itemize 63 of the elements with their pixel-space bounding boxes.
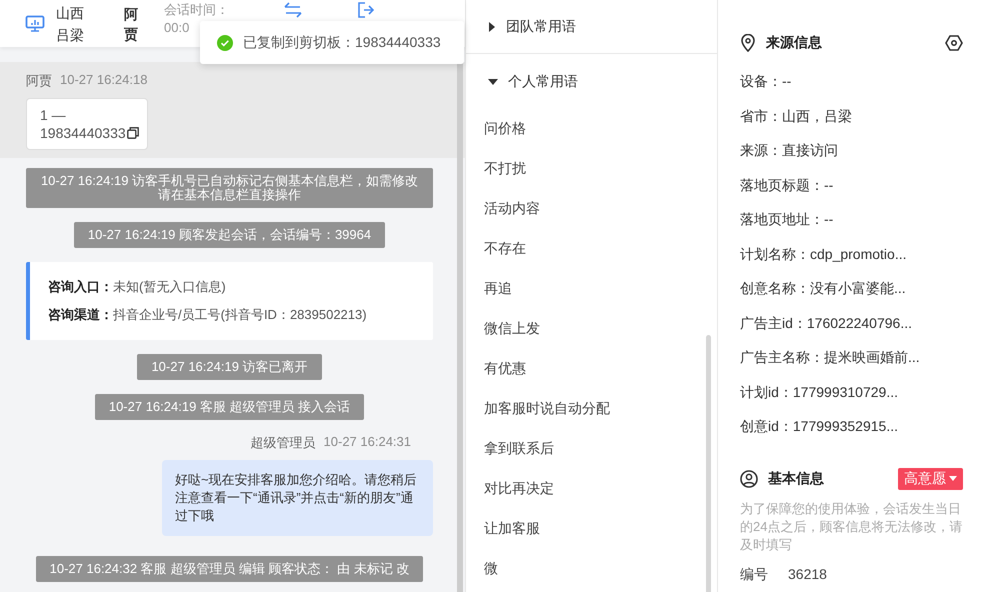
phrase-item[interactable]: 再追	[466, 278, 717, 318]
monitor-icon	[25, 14, 45, 32]
phrase-item[interactable]: 微	[466, 558, 717, 592]
phrase-group-header[interactable]: 团队常用语	[466, 0, 717, 53]
visitor-name: 阿贾	[124, 4, 139, 44]
phrase-item[interactable]: 加客服时说自动分配	[466, 398, 717, 438]
message-time: 10-27 16:24:31	[324, 434, 411, 451]
phrase-item[interactable]: 不存在	[466, 238, 717, 278]
user-icon	[740, 470, 758, 488]
phrase-item[interactable]: 有优惠	[466, 358, 717, 398]
info-value: 抖音企业号/员工号(抖音号ID：2839502213)	[113, 307, 367, 322]
system-notice: 10-27 16:24:32 客服 超级管理员 编辑 顾客状态： 由 未标记 改	[36, 556, 424, 582]
section-title: 基本信息	[768, 470, 825, 488]
sender-name: 阿贾	[26, 72, 52, 90]
source-field: 落地页地址：--	[740, 202, 963, 236]
phrase-item[interactable]: 问价格	[466, 118, 717, 158]
system-notice: 10-27 16:24:19 访客手机号已自动标记右侧基本信息栏，如需修改请在基本信息栏直接操作	[26, 168, 433, 208]
phrase-item[interactable]: 活动内容	[466, 198, 717, 238]
source-field: 广告主id：176022240796...	[740, 306, 963, 340]
scrollbar[interactable]	[706, 335, 711, 592]
copy-icon[interactable]	[126, 127, 139, 139]
session-time: 00:0	[164, 19, 190, 37]
message-text: 1 — 19834440333	[40, 106, 126, 142]
location-pin-icon	[740, 34, 756, 52]
intent-tag-dropdown[interactable]: 高意愿	[898, 468, 963, 490]
caret-right-icon	[488, 22, 496, 32]
visitor-location: 山西吕梁	[56, 4, 85, 44]
caret-down-icon	[949, 476, 957, 482]
source-field: 计划名称：cdp_promotio...	[740, 236, 963, 271]
source-field: 来源：直接访问	[740, 133, 963, 168]
phrase-item[interactable]: 让加客服	[466, 518, 717, 558]
notice-text: 为了保障您的使用体验，会话发生当日的24点之后，顾客信息将无法修改，请及时填写	[740, 500, 963, 554]
message-bubble: 好哒~现在安排客服加您介绍哈。请您稍后注意查看一下“通讯录”并点击“新的朋友”通过下哦	[162, 460, 433, 536]
section-title: 来源信息	[766, 34, 823, 52]
system-notice: 10-27 16:24:19 客服 超级管理员 接入会话	[94, 394, 364, 420]
source-field: 创意名称：没有小富婆能...	[740, 271, 963, 306]
source-field: 落地页标题：--	[740, 168, 963, 202]
info-label: 咨询入口：	[48, 279, 113, 294]
source-field: 省市：山西，吕梁	[740, 98, 963, 133]
success-check-icon	[217, 34, 233, 50]
phrase-item[interactable]: 微信上发	[466, 318, 717, 358]
message-time: 10-27 16:24:18	[60, 72, 148, 89]
phrase-item[interactable]: 对比再决定	[466, 478, 717, 518]
toast-message: 已复制到剪切板：19834440333	[243, 34, 441, 52]
caret-down-icon	[488, 78, 498, 86]
source-field: 设备：--	[740, 64, 963, 98]
settings-icon[interactable]	[945, 34, 963, 52]
info-value: 未知(暂无入口信息)	[113, 279, 226, 294]
source-field: 广告主名称：提米映画婚前...	[740, 340, 963, 374]
system-notice: 10-27 16:24:19 访客已离开	[137, 354, 322, 380]
swap-arrows-icon[interactable]	[284, 2, 302, 18]
info-label: 咨询渠道：	[48, 307, 113, 322]
system-notice: 10-27 16:24:19 顾客发起会话，会话编号：39964	[74, 222, 386, 248]
field-value: 36218	[788, 566, 827, 584]
source-field: 计划id：177999310729...	[740, 374, 963, 409]
phrase-item[interactable]: 拿到联系后	[466, 438, 717, 478]
field-label: 编号	[740, 566, 768, 584]
exit-icon[interactable]	[358, 2, 374, 18]
phrase-item[interactable]: 不打扰	[466, 158, 717, 198]
phrase-group-header[interactable]: 个人常用语	[466, 53, 717, 108]
session-time-label: 会话时间：	[164, 1, 230, 19]
source-field: 创意id：177999352915...	[740, 409, 963, 444]
sender-name: 超级管理员	[250, 434, 316, 452]
